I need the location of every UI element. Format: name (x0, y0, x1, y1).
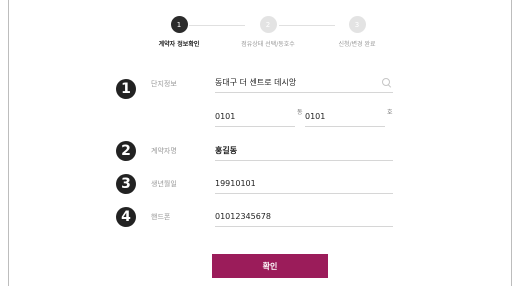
dong-value: 0101 (215, 112, 236, 121)
row-number-badge: 2 (116, 141, 136, 161)
contractor-name-value: 홍길동 (215, 146, 238, 155)
step-label: 신청/변경 완료 (338, 41, 376, 48)
phone-value: 01012345678 (215, 212, 271, 221)
step-number: 3 (348, 16, 366, 33)
form-panel: 1 계약자 정보확인 2 점유상태 선택/동호수 3 신청/변경 완료 1 단지… (8, 0, 512, 286)
birth-label: 생년월일 (151, 180, 177, 188)
dong-suffix: 동 (297, 109, 303, 116)
complex-label: 단지정보 (151, 80, 177, 88)
ho-value: 0101 (305, 112, 326, 121)
row-number-badge: 3 (116, 174, 136, 194)
row-number-badge: 1 (116, 79, 136, 99)
complex-field[interactable]: 동대구 더 센트로 데시앙 (215, 73, 393, 93)
step-number: 2 (259, 16, 277, 33)
contractor-name-input[interactable]: 홍길동 (215, 141, 393, 161)
confirm-button[interactable]: 확인 (212, 254, 328, 278)
complex-value: 동대구 더 센트로 데시앙 (215, 78, 297, 87)
row-number-badge: 4 (116, 207, 136, 227)
step-3: 3 신청/변경 완료 (302, 16, 412, 48)
search-icon[interactable] (382, 78, 391, 87)
ho-suffix: 호 (387, 109, 393, 116)
phone-label: 핸드폰 (151, 213, 171, 221)
contractor-label: 계약자명 (151, 147, 177, 155)
progress-stepper: 1 계약자 정보확인 2 점유상태 선택/동호수 3 신청/변경 완료 (9, 16, 513, 56)
step-number: 1 (170, 16, 188, 33)
dong-input[interactable]: 0101 (215, 107, 295, 127)
ho-input[interactable]: 0101 (305, 107, 385, 127)
phone-input[interactable]: 01012345678 (215, 207, 393, 227)
birth-date-value: 19910101 (215, 179, 256, 188)
birth-date-input[interactable]: 19910101 (215, 174, 393, 194)
